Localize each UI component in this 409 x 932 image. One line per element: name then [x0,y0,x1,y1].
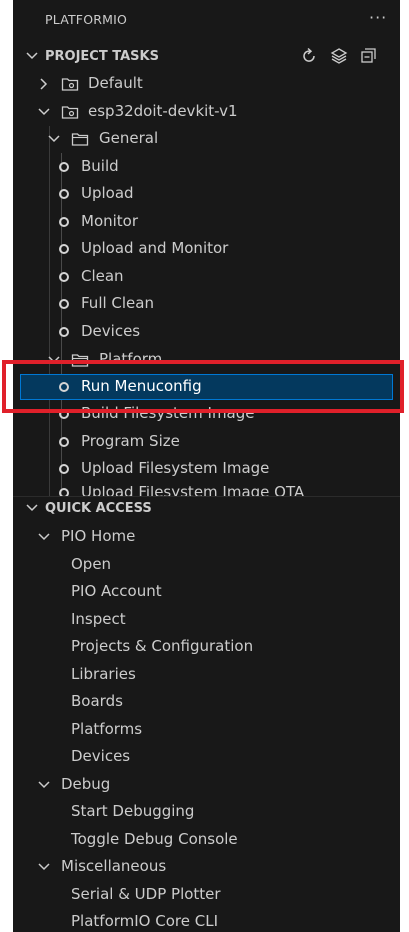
qa-item-label: Projects & Configuration [71,637,254,655]
task-label: Clean [81,267,124,285]
qa-item-libraries[interactable]: Libraries [13,662,400,688]
qa-item-label: Start Debugging [71,802,195,820]
task-circle-icon [59,464,69,474]
qa-item-platformio-core-cli[interactable]: PlatformIO Core CLI [13,909,400,932]
layers-icon[interactable] [330,47,348,65]
task-label: Upload Filesystem Image [81,459,270,477]
qa-item-toggle-debug-console[interactable]: Toggle Debug Console [13,827,400,853]
group-label: Miscellaneous [61,857,167,875]
env-item-default[interactable]: Default [13,71,400,97]
quick-access-title: QUICK ACCESS [45,501,152,516]
chevron-right-icon [40,78,48,90]
task-circle-icon [59,488,69,496]
qa-item-label: Devices [71,747,131,765]
qa-item-label: Inspect [71,610,126,628]
task-upload[interactable]: Upload [13,181,400,207]
panel-title: PLATFORMIO [45,12,128,27]
group-debug[interactable]: Debug [13,772,400,798]
group-miscellaneous[interactable]: Miscellaneous [13,854,400,880]
qa-item-label: Serial & UDP Plotter [71,885,221,903]
task-label: Build [81,157,119,175]
folder-label: General [99,129,159,147]
collapse-all-icon[interactable] [360,47,378,65]
annotation-highlight-box [2,360,404,413]
task-circle-icon [59,437,69,447]
chevron-down-icon [38,863,50,871]
qa-item-devices[interactable]: Devices [13,744,400,770]
qa-item-serial-udp-plotter[interactable]: Serial & UDP Plotter [13,882,400,908]
env-label: esp32doit-devkit-v1 [88,102,238,120]
task-label: Upload [81,184,134,202]
task-full-clean[interactable]: Full Clean [13,291,400,317]
qa-item-open[interactable]: Open [13,552,400,578]
qa-item-projects-configuration[interactable]: Projects & Configuration [13,634,400,660]
task-program-size[interactable]: Program Size [13,429,400,455]
qa-item-label: Open [71,555,112,573]
qa-item-inspect[interactable]: Inspect [13,607,400,633]
more-actions-icon[interactable]: ··· [369,8,387,27]
qa-item-label: Libraries [71,665,136,683]
quick-access-section-header[interactable]: QUICK ACCESS [13,498,400,520]
chevron-down-icon [26,504,38,512]
project-tasks-section-header[interactable]: PROJECT TASKS [13,46,400,68]
chevron-down-icon [38,108,50,116]
task-upload-and-monitor[interactable]: Upload and Monitor [13,236,400,262]
task-clean[interactable]: Clean [13,264,400,290]
task-monitor[interactable]: Monitor [13,209,400,235]
platformio-sidebar: PLATFORMIO ··· PROJECT TASKS Default esp… [13,0,400,932]
task-circle-icon [59,189,69,199]
task-build[interactable]: Build [13,154,400,180]
qa-item-label: Toggle Debug Console [71,830,238,848]
folder-general[interactable]: General [13,126,400,152]
task-circle-icon [59,217,69,227]
task-devices[interactable]: Devices [13,319,400,345]
project-tasks-title: PROJECT TASKS [45,49,159,64]
qa-item-label: PIO Account [71,582,162,600]
chevron-down-icon [48,135,60,143]
chevron-down-icon [26,52,38,60]
qa-item-label: PlatformIO Core CLI [71,912,218,930]
task-label: Upload Filesystem Image OTA [81,486,305,496]
task-label: Monitor [81,212,139,230]
task-circle-icon [59,299,69,309]
task-label: Program Size [81,432,180,450]
task-circle-icon [59,327,69,337]
refresh-icon[interactable] [300,47,318,65]
task-upload-filesystem-image-ota[interactable]: Upload Filesystem Image OTA [13,486,400,496]
qa-item-platforms[interactable]: Platforms [13,717,400,743]
group-label: PIO Home [61,527,136,545]
task-circle-icon [59,244,69,254]
task-label: Devices [81,322,141,340]
project-folder-icon [61,78,79,91]
qa-item-start-debugging[interactable]: Start Debugging [13,799,400,825]
task-circle-icon [59,272,69,282]
qa-item-boards[interactable]: Boards [13,689,400,715]
env-item-esp32doit-devkit-v1[interactable]: esp32doit-devkit-v1 [13,99,400,125]
folder-icon [71,133,89,146]
qa-item-label: Platforms [71,720,143,738]
group-label: Debug [61,775,111,793]
env-label: Default [88,74,143,92]
chevron-down-icon [38,533,50,541]
chevron-down-icon [38,781,50,789]
task-circle-icon [59,162,69,172]
task-label: Upload and Monitor [81,239,229,257]
project-folder-icon [61,106,79,119]
task-label: Full Clean [81,294,154,312]
qa-item-label: Boards [71,692,123,710]
qa-item-pio-account[interactable]: PIO Account [13,579,400,605]
group-pio-home[interactable]: PIO Home [13,524,400,550]
section-divider[interactable] [13,496,400,497]
task-upload-filesystem-image[interactable]: Upload Filesystem Image [13,456,400,482]
